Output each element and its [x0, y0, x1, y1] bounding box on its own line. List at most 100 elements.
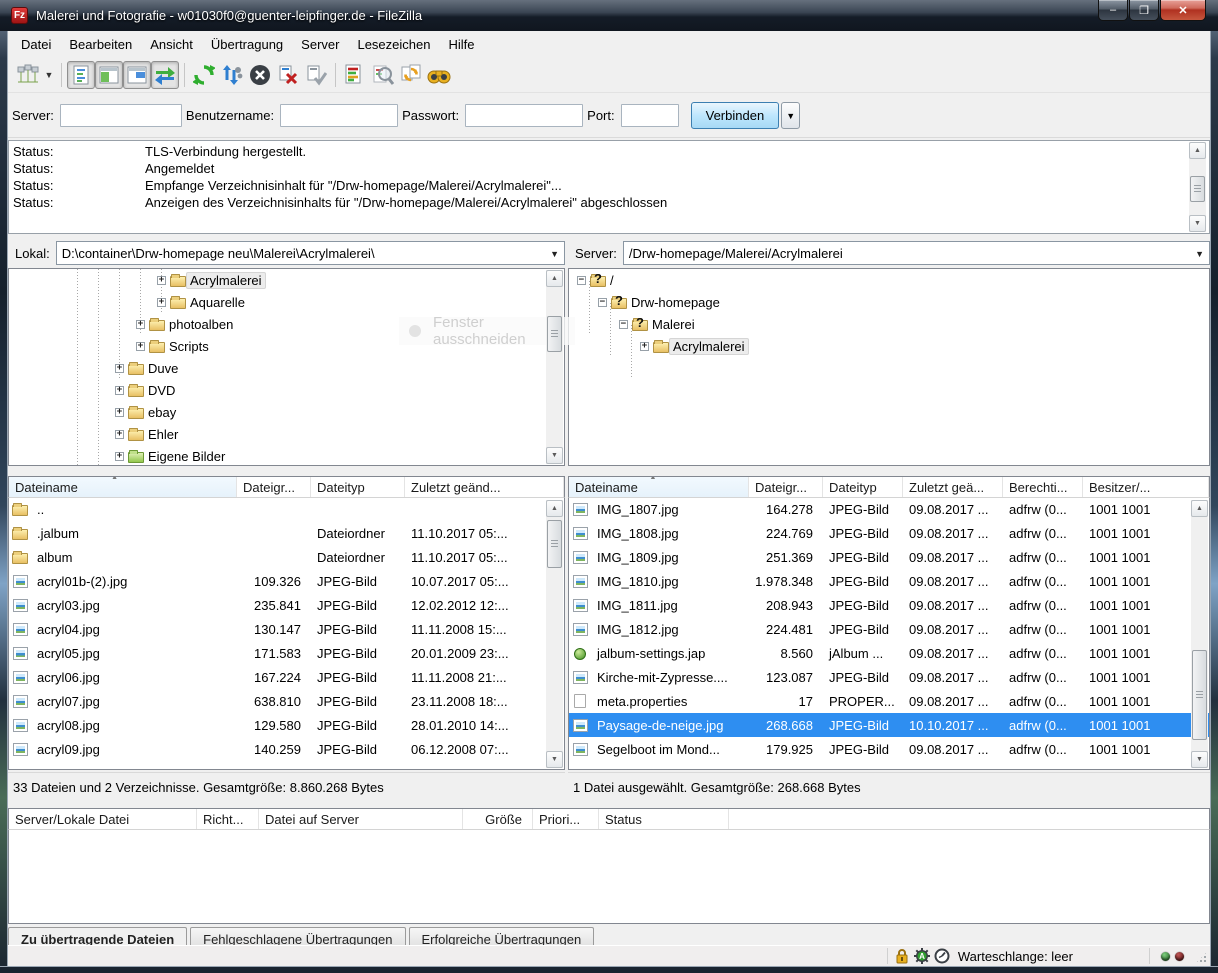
reconnect-icon[interactable]	[302, 61, 330, 89]
tree-expander-icon[interactable]: +	[136, 319, 145, 329]
scroll-down-icon[interactable]: ▼	[546, 447, 563, 464]
file-row[interactable]: acryl01b-(2).jpg 109.326 JPEG-Bild 10.07…	[9, 569, 564, 593]
tree-item[interactable]: + Acrylmalerei	[569, 335, 1209, 357]
menu-item[interactable]: Datei	[12, 33, 60, 56]
filter-icon[interactable]	[369, 61, 397, 89]
process-queue-icon[interactable]	[218, 61, 246, 89]
column-header[interactable]: Dateigr...	[237, 477, 311, 497]
column-header[interactable]: Richt...	[197, 809, 259, 829]
tree-item[interactable]: + Ehler	[9, 423, 564, 445]
port-input[interactable]	[620, 104, 679, 127]
refresh-icon[interactable]	[190, 61, 218, 89]
chevron-down-icon[interactable]: ▼	[550, 249, 559, 259]
server-input[interactable]	[59, 104, 182, 127]
gear-icon[interactable]: A	[913, 948, 930, 964]
file-row[interactable]: IMG_1808.jpg 224.769 JPEG-Bild 09.08.201…	[569, 521, 1209, 545]
remote-file-list[interactable]: IMG_1807.jpg 164.278 JPEG-Bild 09.08.201…	[568, 497, 1210, 770]
file-row[interactable]: IMG_1812.jpg 224.481 JPEG-Bild 09.08.201…	[569, 617, 1209, 641]
message-log[interactable]: Status: TLS-Verbindung hergestellt. Stat…	[8, 140, 1210, 234]
file-row[interactable]: acryl08.jpg 129.580 JPEG-Bild 28.01.2010…	[9, 713, 564, 737]
tree-item[interactable]: − Drw-homepage	[569, 291, 1209, 313]
scrollbar-thumb[interactable]	[1192, 650, 1207, 740]
remote-tree[interactable]: − / − Drw-homepage − Malerei + Acrylmale…	[568, 268, 1210, 466]
scroll-up-icon[interactable]: ▲	[546, 500, 563, 517]
toggle-remote-tree-icon[interactable]	[123, 61, 151, 89]
column-header[interactable]: Zuletzt geänd...	[405, 477, 564, 497]
lock-icon[interactable]	[894, 948, 910, 964]
remote-list-scrollbar[interactable]: ▲ ▼	[1191, 500, 1208, 768]
disconnect-icon[interactable]	[274, 61, 302, 89]
menu-item[interactable]: Lesezeichen	[348, 33, 439, 56]
site-manager-dropdown-icon[interactable]: ▼	[42, 62, 56, 88]
tree-expander-icon[interactable]: +	[115, 429, 124, 439]
column-header[interactable]: Besitzer/...	[1083, 477, 1209, 497]
resize-grip[interactable]	[1195, 951, 1208, 964]
menu-item[interactable]: Server	[292, 33, 348, 56]
tree-item[interactable]: − Malerei	[569, 313, 1209, 335]
tree-expander-icon[interactable]: −	[577, 275, 586, 285]
toggle-message-log-icon[interactable]	[67, 61, 95, 89]
file-row[interactable]: IMG_1811.jpg 208.943 JPEG-Bild 09.08.201…	[569, 593, 1209, 617]
tree-item[interactable]: + Duve	[9, 357, 564, 379]
tree-expander-icon[interactable]: +	[157, 275, 166, 285]
log-scrollbar[interactable]: ▲ ▼	[1189, 142, 1206, 232]
column-header[interactable]: Größe	[463, 809, 533, 829]
toggle-local-tree-icon[interactable]	[95, 61, 123, 89]
tree-expander-icon[interactable]: +	[115, 363, 124, 373]
file-row[interactable]: acryl09.jpg 140.259 JPEG-Bild 06.12.2008…	[9, 737, 564, 761]
scroll-up-icon[interactable]: ▲	[1189, 142, 1206, 159]
file-row[interactable]: acryl06.jpg 167.224 JPEG-Bild 11.11.2008…	[9, 665, 564, 689]
column-header[interactable]: Dateiname	[9, 477, 237, 497]
local-file-list[interactable]: .. .jalbum Dateiordner 11.10.2017 05:...…	[8, 497, 565, 770]
minimize-button[interactable]: –	[1098, 0, 1128, 21]
column-header[interactable]: Dateityp	[823, 477, 903, 497]
tree-item[interactable]: + Eigene Bilder	[9, 445, 564, 465]
file-row[interactable]: Paysage-de-neige.jpg 268.668 JPEG-Bild 1…	[569, 713, 1209, 737]
tree-expander-icon[interactable]: +	[115, 385, 124, 395]
column-header[interactable]: Berechti...	[1003, 477, 1083, 497]
tree-expander-icon[interactable]: −	[619, 319, 628, 329]
scroll-up-icon[interactable]: ▲	[1191, 500, 1208, 517]
menu-item[interactable]: Hilfe	[439, 33, 483, 56]
column-header[interactable]: Status	[599, 809, 729, 829]
toggle-transfer-queue-icon[interactable]	[151, 61, 179, 89]
file-row[interactable]: album Dateiordner 11.10.2017 05:...	[9, 545, 564, 569]
column-header[interactable]: Dateityp	[311, 477, 405, 497]
tree-item[interactable]: − /	[569, 269, 1209, 291]
menu-item[interactable]: Bearbeiten	[60, 33, 141, 56]
menu-item[interactable]: Ansicht	[141, 33, 202, 56]
file-row[interactable]: meta.properties 17 PROPER... 09.08.2017 …	[569, 689, 1209, 713]
column-header[interactable]: Datei auf Server	[259, 809, 463, 829]
site-manager-icon[interactable]	[14, 61, 42, 89]
scroll-up-icon[interactable]: ▲	[546, 270, 563, 287]
tree-expander-icon[interactable]: +	[640, 341, 649, 351]
file-row[interactable]: jalbum-settings.jap 8.560 jAlbum ... 09.…	[569, 641, 1209, 665]
scroll-down-icon[interactable]: ▼	[546, 751, 563, 768]
file-row[interactable]: Kirche-mit-Zypresse.... 123.087 JPEG-Bil…	[569, 665, 1209, 689]
connect-button[interactable]: Verbinden	[690, 102, 780, 129]
file-row[interactable]: acryl03.jpg 235.841 JPEG-Bild 12.02.2012…	[9, 593, 564, 617]
tree-expander-icon[interactable]: +	[115, 451, 124, 461]
synchronized-browsing-icon[interactable]	[397, 61, 425, 89]
queue-list[interactable]	[8, 829, 1210, 924]
local-tree-scrollbar[interactable]: ▲ ▼	[546, 270, 563, 464]
remote-path-combo[interactable]: /Drw-homepage/Malerei/Acrylmalerei ▼	[622, 241, 1210, 265]
directory-comparison-icon[interactable]	[341, 61, 369, 89]
close-button[interactable]: ✕	[1160, 0, 1206, 21]
column-header[interactable]: Dateiname	[569, 477, 749, 497]
username-input[interactable]	[280, 104, 399, 127]
local-list-scrollbar[interactable]: ▲ ▼	[546, 500, 563, 768]
column-header[interactable]: Zuletzt geä...	[903, 477, 1003, 497]
tree-item[interactable]: + Aquarelle	[9, 291, 564, 313]
tree-item[interactable]: + DVD	[9, 379, 564, 401]
local-path-combo[interactable]: D:\container\Drw-homepage neu\Malerei\Ac…	[55, 241, 565, 265]
column-header[interactable]: Server/Lokale Datei	[9, 809, 197, 829]
file-row[interactable]: acryl07.jpg 638.810 JPEG-Bild 23.11.2008…	[9, 689, 564, 713]
file-row[interactable]: ..	[9, 497, 564, 521]
column-header[interactable]: Priori...	[533, 809, 599, 829]
file-row[interactable]: IMG_1807.jpg 164.278 JPEG-Bild 09.08.201…	[569, 497, 1209, 521]
tree-item[interactable]: + Acrylmalerei	[9, 269, 564, 291]
scrollbar-thumb[interactable]	[547, 520, 562, 568]
scrollbar-thumb[interactable]	[547, 316, 562, 352]
find-files-icon[interactable]	[425, 61, 453, 89]
